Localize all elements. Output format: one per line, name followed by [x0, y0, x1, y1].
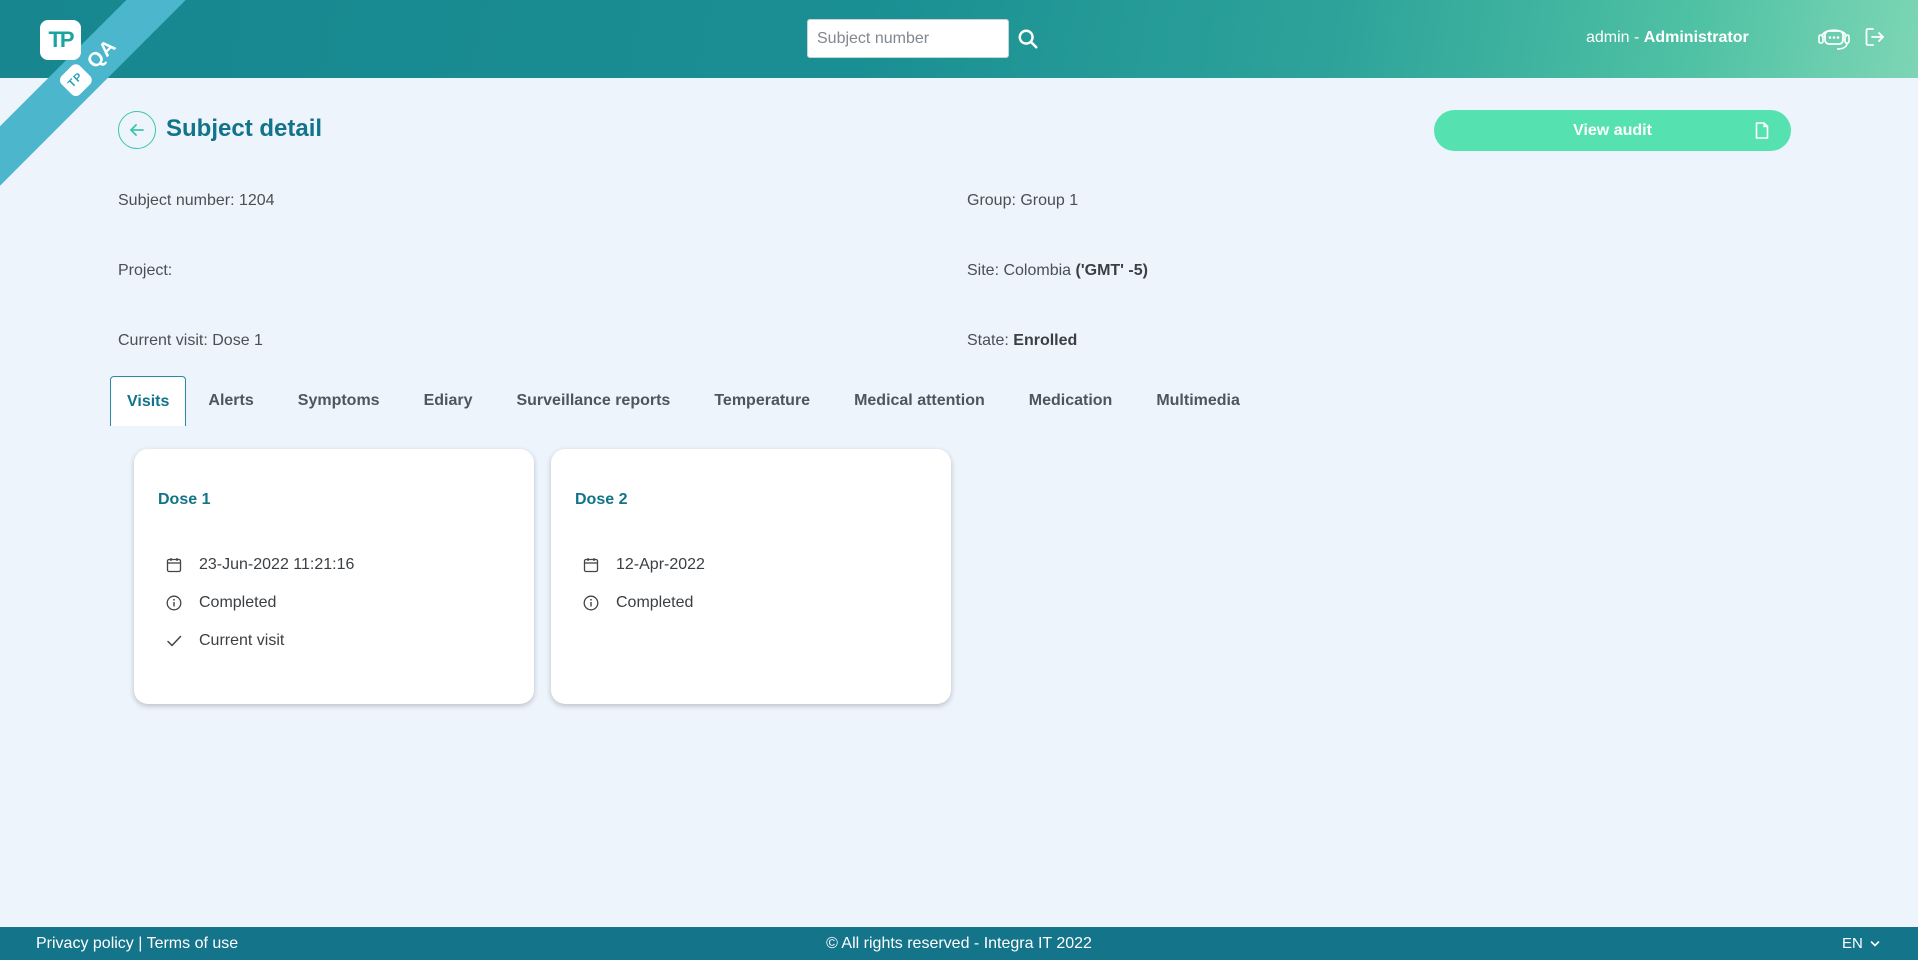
language-code: EN — [1842, 935, 1863, 952]
search-icon[interactable] — [1013, 24, 1043, 54]
calendar-icon — [583, 558, 599, 573]
document-icon — [1755, 122, 1769, 139]
state-label: State: — [967, 332, 1009, 349]
visit-date-row: 23-Jun-2022 11:21:16 — [166, 556, 354, 574]
search-bar — [807, 19, 1043, 58]
back-button[interactable] — [118, 111, 156, 149]
footer: Privacy policy | Terms of use © All righ… — [0, 927, 1918, 960]
tab-medical-attention[interactable]: Medical attention — [832, 376, 1007, 426]
environment-badge: QA — [82, 34, 121, 73]
chevron-down-icon — [1870, 941, 1880, 947]
current-visit-label: Current visit — [199, 632, 285, 649]
current-visit-row: Current visit — [166, 632, 284, 650]
visit-date: 23-Jun-2022 11:21:16 — [199, 556, 355, 573]
search-input[interactable] — [807, 19, 1009, 58]
ribbon-logo: TP — [57, 61, 95, 99]
user-name: admin — [1586, 29, 1630, 46]
tab-multimedia[interactable]: Multimedia — [1134, 376, 1262, 426]
site-info: Site: Colombia ('GMT' -5) — [967, 262, 1148, 280]
tab-visits[interactable]: Visits — [110, 376, 187, 426]
top-bar: TP admin - Administrator — [0, 0, 1918, 78]
view-audit-label: View audit — [1573, 121, 1652, 139]
state-value: Enrolled — [1013, 332, 1078, 349]
visit-date: 12-Apr-2022 — [616, 556, 705, 573]
tab-ediary[interactable]: Ediary — [402, 376, 495, 426]
logout-icon[interactable] — [1863, 25, 1887, 49]
info-circle-icon — [166, 595, 182, 611]
tab-medication[interactable]: Medication — [1007, 376, 1135, 426]
subject-tabs: Visits Alerts Symptoms Ediary Surveillan… — [110, 376, 1262, 426]
visit-status: Completed — [616, 594, 694, 611]
subject-number-info: Subject number: 1204 — [118, 192, 275, 209]
calendar-icon — [166, 558, 182, 573]
tab-temperature[interactable]: Temperature — [692, 376, 832, 426]
visit-title[interactable]: Dose 1 — [158, 491, 210, 509]
group-info: Group: Group 1 — [967, 192, 1079, 209]
project-info: Project: — [118, 262, 173, 279]
visit-card-dose-1[interactable]: Dose 1 23-Jun-2022 11:21:16 Completed Cu… — [134, 449, 534, 704]
info-circle-icon — [583, 595, 599, 611]
arrow-left-icon — [130, 124, 144, 136]
copyright-text: © All rights reserved - Integra IT 2022 — [826, 935, 1092, 952]
tab-surveillance-reports[interactable]: Surveillance reports — [494, 376, 692, 426]
current-visit-info: Current visit: Dose 1 — [118, 332, 263, 349]
page-title: Subject detail — [166, 115, 323, 142]
visit-card-dose-2[interactable]: Dose 2 12-Apr-2022 Completed — [551, 449, 951, 704]
language-selector[interactable]: EN — [1842, 935, 1880, 952]
user-role: Administrator — [1643, 29, 1749, 46]
user-info: admin - Administrator — [1586, 29, 1749, 47]
visit-status-row: Completed — [583, 594, 693, 612]
app-logo[interactable]: TP — [40, 20, 81, 60]
headset-chat-icon[interactable] — [1817, 22, 1851, 52]
visit-status-row: Completed — [166, 594, 276, 612]
check-icon — [167, 635, 182, 647]
visit-title[interactable]: Dose 2 — [575, 491, 627, 509]
tab-alerts[interactable]: Alerts — [186, 376, 275, 426]
visit-date-row: 12-Apr-2022 — [583, 556, 705, 574]
view-audit-button[interactable]: View audit — [1434, 110, 1791, 151]
site-label: Site: Colombia — [967, 262, 1072, 279]
site-timezone: ('GMT' -5) — [1075, 262, 1148, 279]
logo-text: TP — [48, 27, 74, 52]
state-info: State: Enrolled — [967, 332, 1077, 350]
tab-symptoms[interactable]: Symptoms — [276, 376, 402, 426]
visit-status: Completed — [199, 594, 277, 611]
user-separator: - — [1629, 29, 1644, 46]
